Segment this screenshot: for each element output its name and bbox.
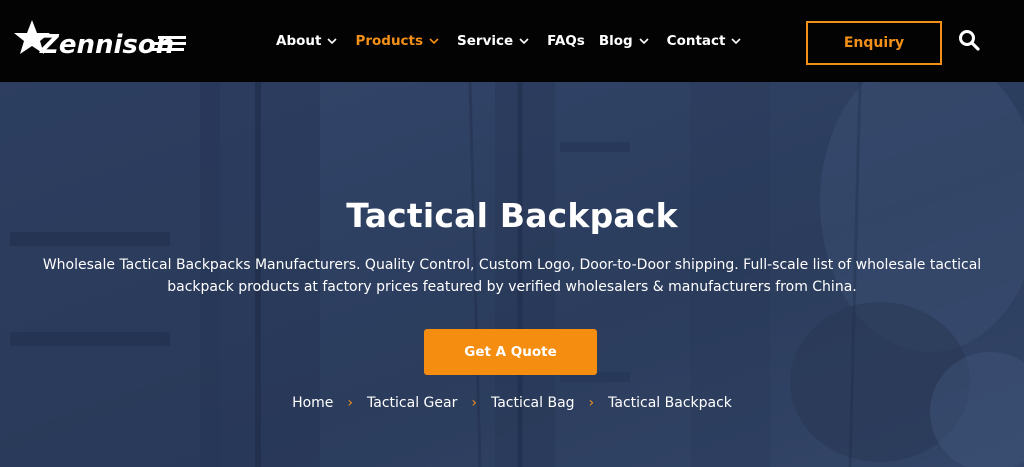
breadcrumb: Home › Tactical Gear › Tactical Bag › Ta… [0,395,1024,411]
svg-text:Zennison: Zennison [39,30,174,60]
search-icon[interactable] [957,28,981,52]
hero-description-line: backpack products at factory prices feat… [167,279,857,295]
nav-item-label: Contact [666,33,726,49]
breadcrumb-item-current: Tactical Backpack [608,395,732,411]
chevron-down-icon [327,37,338,44]
nav-item-label: Blog [598,33,633,49]
breadcrumb-item-tactical-gear[interactable]: Tactical Gear [367,395,457,411]
nav-item-label: About [276,33,322,49]
nav-item-products[interactable]: Products [355,33,439,49]
chevron-down-icon [519,37,529,44]
nav-item-label: FAQs [547,33,585,49]
nav-item-service[interactable]: Service [457,33,529,49]
chevron-down-icon [731,37,742,44]
nav-item-contact[interactable]: Contact [667,33,742,49]
nav-item-faqs[interactable]: FAQs [547,33,585,49]
breadcrumb-separator-icon: › [588,395,595,411]
nav-item-label: Service [457,33,514,49]
breadcrumb-item-home[interactable]: Home [292,395,333,411]
breadcrumb-separator-icon: › [347,395,354,411]
chevron-down-icon [429,37,439,44]
hero-description: Wholesale Tactical Backpacks Manufacture… [12,254,1012,298]
page-title: Tactical Backpack [346,196,678,235]
hero-description-line: Wholesale Tactical Backpacks Manufacture… [42,257,982,273]
brand-logo[interactable]: Zennison [10,16,190,66]
nav-item-label: Products [355,33,424,49]
main-nav: About Products Service FAQs Blog Contact [276,33,759,49]
nav-item-blog[interactable]: Blog [599,33,649,49]
breadcrumb-separator-icon: › [471,395,477,411]
chevron-down-icon [639,37,649,44]
get-a-quote-button[interactable]: Get A Quote [424,329,597,375]
site-header: Zennison About Products Service FAQs Blo… [0,0,1024,82]
enquiry-button[interactable]: Enquiry [806,21,942,65]
breadcrumb-item-tactical-bag[interactable]: Tactical Bag [491,395,575,411]
nav-item-about[interactable]: About [276,33,338,49]
hero-section: Tactical Backpack Wholesale Tactical Bac… [0,82,1024,467]
